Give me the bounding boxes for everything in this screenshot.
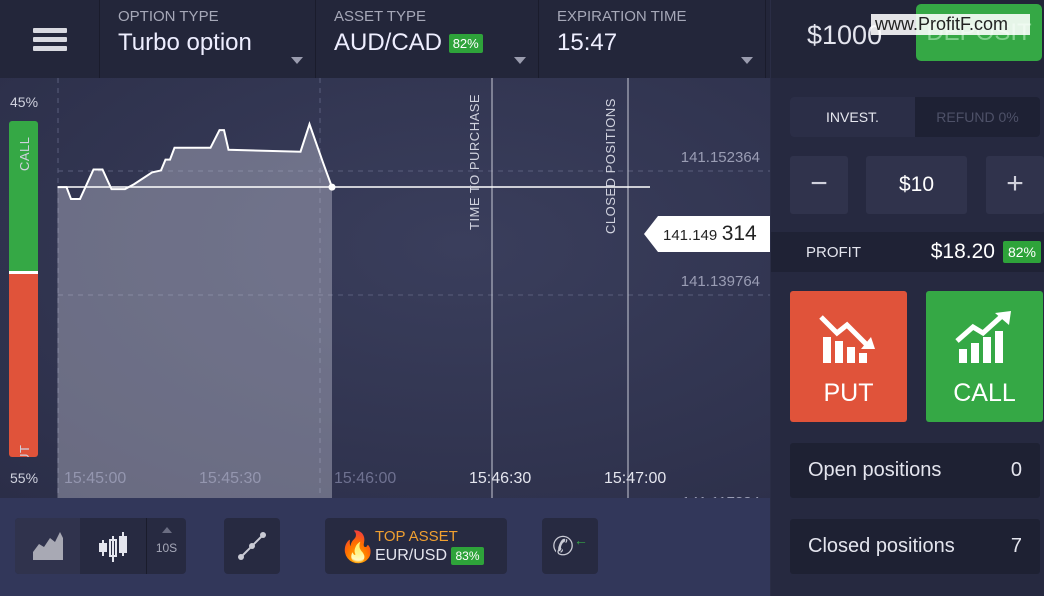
closed-positions-label: Closed positions [808,535,955,557]
open-positions-button[interactable]: Open positions 0 [790,443,1040,498]
fire-icon: 🔥 [339,531,377,564]
trend-line-icon [238,532,266,560]
decrease-amount-button[interactable]: − [790,156,848,214]
menu-button[interactable] [0,0,100,78]
caret-up-icon [161,527,172,533]
area-chart-button[interactable] [15,518,80,574]
profit-pct: 82% [1002,241,1041,263]
candlestick-chart-button[interactable] [80,518,146,574]
tab-refund[interactable]: REFUND 0% [915,97,1040,137]
call-sentiment-label: CALL [17,136,32,171]
expiration-select[interactable]: EXPIRATION TIME 15:47 [539,0,766,78]
closed-positions-label: CLOSED POSITIONS [603,98,618,234]
x-tick-label: 15:46:30 [469,470,531,487]
put-sentiment-label: PUT [17,445,32,458]
top-asset-label: TOP ASSET [375,528,458,545]
price-area [57,124,332,498]
chevron-down-icon [291,57,303,64]
x-tick-label: 15:46:00 [334,470,396,487]
call-label: CALL [953,379,1016,407]
trade-panel: $1000 DEPOSIT www.ProfitF.com INVEST. RE… [771,0,1044,596]
increase-amount-button[interactable]: + [986,156,1044,214]
profit-label: PROFIT [806,243,861,261]
put-label: PUT [823,379,874,407]
option-type-label: OPTION TYPE [118,8,219,25]
phone-icon: ✆ [552,530,574,561]
watermark: www.ProfitF.com [871,14,1030,35]
option-type-value: Turbo option [118,29,252,56]
tab-invest[interactable]: INVEST. [790,97,915,137]
interval-select[interactable]: 10S [146,518,186,574]
profit-value: $18.20 [930,240,995,263]
profit-row: PROFIT $18.20 82% [771,232,1044,272]
price-chart[interactable]: 141.152364141.139764141.11733415:45:0015… [0,78,770,498]
chart-up-icon [954,311,1011,363]
current-price-tail: 314 [721,222,757,245]
option-type-select[interactable]: OPTION TYPE Turbo option [100,0,316,78]
put-percent: 55% [10,470,39,486]
drawing-tools-button[interactable] [224,518,280,574]
y-tick-label: 141.139764 [681,273,760,290]
open-positions-label: Open positions [808,459,942,481]
payout-badge: 82% [448,34,483,54]
call-percent: 45% [10,94,39,110]
hamburger-icon [32,24,67,55]
top-asset-button[interactable]: 🔥 TOP ASSET EUR/USD 83% [325,518,507,574]
support-call-button[interactable]: ✆ ← [542,518,598,574]
put-button[interactable]: PUT [790,291,907,422]
invest-tabs: INVEST. REFUND 0% [790,97,1040,137]
asset-type-value: AUD/CAD [334,29,443,56]
current-price-tag: 141.149 314 [644,216,770,252]
call-portion: CALL [9,121,38,271]
time-to-purchase-label: TIME TO PURCHASE [467,93,482,230]
asset-type-label: ASSET TYPE [334,8,426,25]
chevron-down-icon [741,57,753,64]
interval-value: 10S [155,541,178,555]
chart-toolbar: 10S 🔥 TOP ASSET EUR/USD 83% ✆ ← [0,498,770,596]
closed-positions-count: 7 [1010,535,1022,557]
asset-type-select[interactable]: ASSET TYPE AUD/CAD 82% [316,0,539,78]
expiration-label: EXPIRATION TIME [557,8,687,25]
closed-positions-button[interactable]: Closed positions 7 [790,519,1040,574]
chart-canvas: 141.152364141.139764141.11733415:45:0015… [57,78,770,498]
arrow-left-icon: ← [573,532,588,548]
x-tick-label: 15:47:00 [604,470,666,487]
chart-down-icon [818,315,875,363]
candlestick-icon [99,532,127,562]
top-asset-badge: 83% [451,547,484,565]
put-portion: PUT [9,274,38,457]
amount-input[interactable]: $10 [866,156,967,214]
chevron-down-icon [514,57,526,64]
open-positions-count: 0 [1010,459,1022,481]
top-bar: OPTION TYPE Turbo option ASSET TYPE AUD/… [0,0,770,78]
chart-type-group: 10S [15,518,186,574]
call-button[interactable]: CALL [926,291,1043,422]
area-chart-icon [32,532,63,560]
current-price-main: 141.149 [663,227,718,244]
expiration-value: 15:47 [557,29,618,56]
current-price-dot [328,183,336,191]
y-tick-label: 141.152364 [681,149,760,166]
top-asset-pair: EUR/USD [375,547,448,565]
sentiment-bar: CALL PUT [9,121,38,457]
